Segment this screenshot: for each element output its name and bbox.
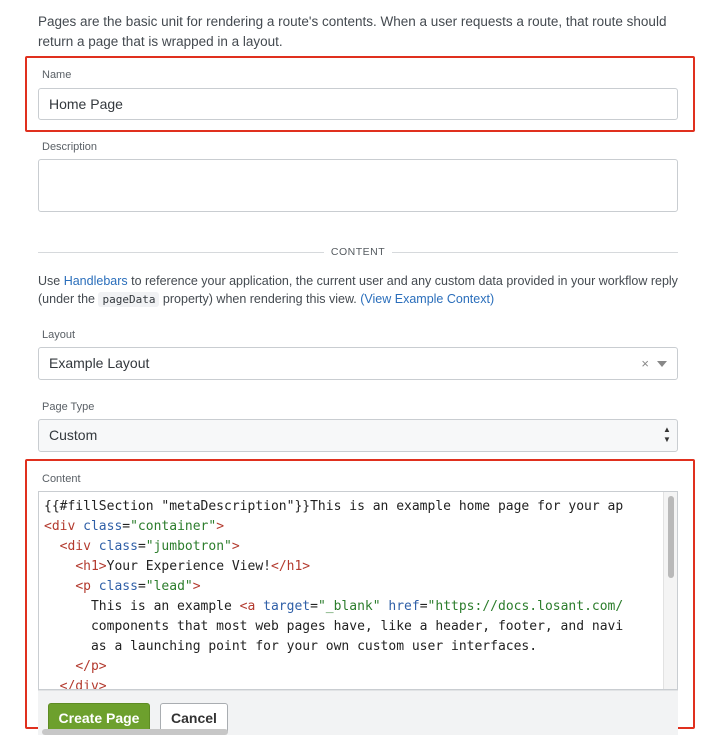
- content-divider-left: [38, 252, 324, 253]
- layout-label: Layout: [42, 329, 76, 341]
- name-input[interactable]: [38, 88, 678, 120]
- layout-select[interactable]: Example Layout ×: [38, 347, 678, 380]
- code-line: {{#fillSection "metaDescription"}}This i…: [44, 499, 624, 514]
- content-help-text: Use Handlebars to reference your applica…: [38, 272, 678, 309]
- content-divider-label: CONTENT: [330, 246, 386, 258]
- page-type-select[interactable]: Custom ▲ ▼: [38, 419, 678, 452]
- intro-text: Pages are the basic unit for rendering a…: [38, 14, 667, 49]
- description-label: Description: [42, 141, 98, 153]
- content-code-editor[interactable]: {{#fillSection "metaDescription"}}This i…: [38, 491, 678, 690]
- editor-scroll-thumb[interactable]: [668, 496, 674, 578]
- content-divider-right: [392, 252, 678, 253]
- help-suffix: property) when rendering this view.: [159, 292, 361, 306]
- chevron-down-icon[interactable]: [657, 361, 667, 367]
- layout-value: Example Layout: [49, 355, 150, 371]
- horizontal-scrollbar[interactable]: [42, 729, 228, 735]
- code-line: components that most web pages have, lik…: [44, 619, 624, 634]
- editor-vertical-scrollbar[interactable]: [663, 492, 677, 689]
- description-textarea[interactable]: [38, 159, 678, 212]
- pagedata-code: pageData: [98, 292, 160, 307]
- help-prefix: Use: [38, 274, 64, 288]
- select-arrows-icon: ▲ ▼: [663, 425, 671, 444]
- name-label: Name: [42, 69, 72, 81]
- clear-icon[interactable]: ×: [641, 348, 649, 379]
- page-type-label: Page Type: [42, 401, 95, 413]
- handlebars-link[interactable]: Handlebars: [64, 274, 128, 288]
- page-type-value: Custom: [49, 427, 98, 443]
- code-line: as a launching point for your own custom…: [44, 639, 538, 654]
- code-content[interactable]: {{#fillSection "metaDescription"}}This i…: [44, 497, 624, 689]
- content-label: Content: [42, 473, 81, 485]
- view-example-context-link[interactable]: (View Example Context): [360, 292, 494, 306]
